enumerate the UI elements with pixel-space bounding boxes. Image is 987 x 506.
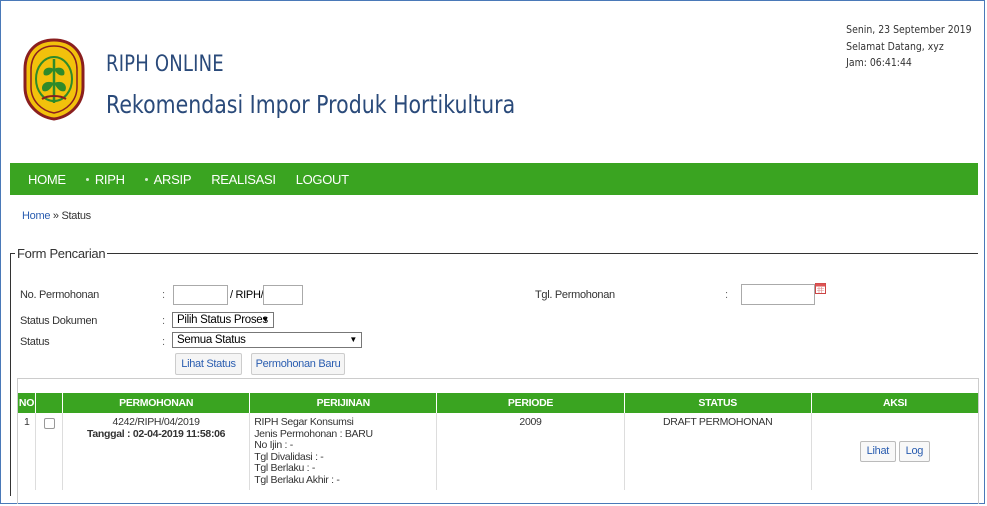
- breadcrumb: Home » Status: [22, 210, 91, 222]
- nav-home-label: HOME: [28, 171, 66, 187]
- row-actions: Lihat Log: [810, 413, 978, 490]
- permohonan-baru-button[interactable]: Permohonan Baru: [251, 353, 345, 375]
- status-dokumen-select[interactable]: Pilih Status Proses ▼: [172, 312, 274, 328]
- table-row: 1 4242/RIPH/04/2019 Tanggal : 02-04-2019…: [18, 413, 978, 490]
- col-no: NO: [18, 393, 36, 413]
- tgl-permohonan-label: Tgl. Permohonan: [535, 289, 615, 301]
- status-table: NO PERMOHONAN PERIJINAN PERIODE STATUS A…: [18, 393, 978, 490]
- breadcrumb-separator: »: [50, 210, 62, 222]
- lihat-status-button[interactable]: Lihat Status: [175, 353, 242, 375]
- perijinan-line: No Ijin : -: [254, 439, 293, 451]
- calendar-icon[interactable]: [815, 283, 826, 294]
- colon: :: [162, 336, 166, 348]
- col-select: [35, 393, 63, 413]
- no-permohonan-input[interactable]: [173, 285, 228, 305]
- colon: :: [162, 315, 166, 327]
- col-aksi: AKSI: [810, 393, 978, 413]
- row-status: DRAFT PERMOHONAN: [623, 413, 812, 490]
- status-value: Semua Status: [177, 334, 246, 346]
- breadcrumb-home-link[interactable]: Home: [22, 210, 50, 222]
- status-dokumen-value: Pilih Status Proses: [177, 314, 268, 326]
- nav-arsip[interactable]: ARSIP: [144, 171, 192, 187]
- app-title: RIPH ONLINE: [106, 52, 224, 77]
- nav-realisasi[interactable]: REALISASI: [211, 172, 276, 187]
- colon: :: [162, 289, 166, 301]
- table-header-row: NO PERMOHONAN PERIJINAN PERIODE STATUS A…: [18, 393, 978, 413]
- nav-logout-label: LOGOUT: [295, 171, 349, 187]
- clock: Jam: 06:41:44: [846, 56, 913, 69]
- row-checkbox[interactable]: [43, 418, 55, 429]
- riph-separator: / RIPH/: [230, 289, 264, 301]
- current-date: Senin, 23 September 2019: [846, 23, 972, 36]
- chevron-down-icon: ▼: [349, 335, 357, 344]
- nav-home[interactable]: HOME: [28, 172, 66, 187]
- welcome-text: Selamat Datang, xyz: [846, 39, 945, 53]
- tgl-permohonan-input[interactable]: [741, 284, 815, 305]
- row-perijinan: RIPH Segar Konsumsi Jenis Permohonan : B…: [249, 413, 437, 490]
- status-dokumen-label: Status Dokumen: [20, 315, 98, 327]
- status-select[interactable]: Semua Status ▼: [172, 332, 362, 348]
- permohonan-number: 4242/RIPH/04/2019: [112, 416, 200, 428]
- row-periode: 2009: [436, 413, 625, 490]
- nav-realisasi-label: REALISASI: [211, 171, 276, 187]
- perijinan-line: RIPH Segar Konsumsi: [254, 416, 354, 428]
- perijinan-line: Tgl Berlaku : -: [254, 462, 316, 474]
- nav-riph[interactable]: RIPH: [85, 171, 125, 187]
- col-status: STATUS: [623, 393, 812, 413]
- header-info: Senin, 23 September 2019 Selamat Datang,…: [847, 22, 972, 72]
- lihat-button[interactable]: Lihat: [859, 440, 897, 463]
- perijinan-line: Tgl Berlaku Akhir : -: [254, 473, 340, 486]
- permohonan-date: Tanggal : 02-04-2019 11:58:06: [87, 427, 226, 440]
- log-button[interactable]: Log: [898, 440, 931, 463]
- main-nav: HOME RIPH ARSIP REALISASI LOGOUT: [10, 163, 978, 195]
- dropdown-dot-icon: [85, 177, 89, 181]
- col-permohonan: PERMOHONAN: [62, 393, 250, 413]
- status-label: Status: [20, 336, 50, 348]
- ministry-logo-icon: [23, 38, 85, 121]
- col-periode: PERIODE: [436, 393, 625, 413]
- no-permohonan-label: No. Permohonan: [20, 289, 99, 301]
- search-form-legend: Form Pencarian: [17, 246, 106, 261]
- riph-year-input[interactable]: [263, 285, 303, 305]
- breadcrumb-current: Status: [61, 210, 92, 222]
- nav-arsip-label: ARSIP: [153, 171, 192, 187]
- colon: :: [725, 289, 729, 301]
- app-subtitle: Rekomendasi Impor Produk Hortikultura: [106, 90, 516, 119]
- dropdown-dot-icon: [144, 177, 148, 181]
- header: RIPH ONLINE Rekomendasi Impor Produk Hor…: [10, 8, 980, 158]
- row-permohonan: 4242/RIPH/04/2019 Tanggal : 02-04-2019 1…: [62, 413, 250, 490]
- nav-riph-label: RIPH: [94, 171, 125, 187]
- nav-logout[interactable]: LOGOUT: [296, 172, 349, 187]
- col-perijinan: PERIJINAN: [249, 393, 437, 413]
- row-no: 1: [24, 416, 30, 428]
- chevron-down-icon: ▼: [261, 315, 269, 324]
